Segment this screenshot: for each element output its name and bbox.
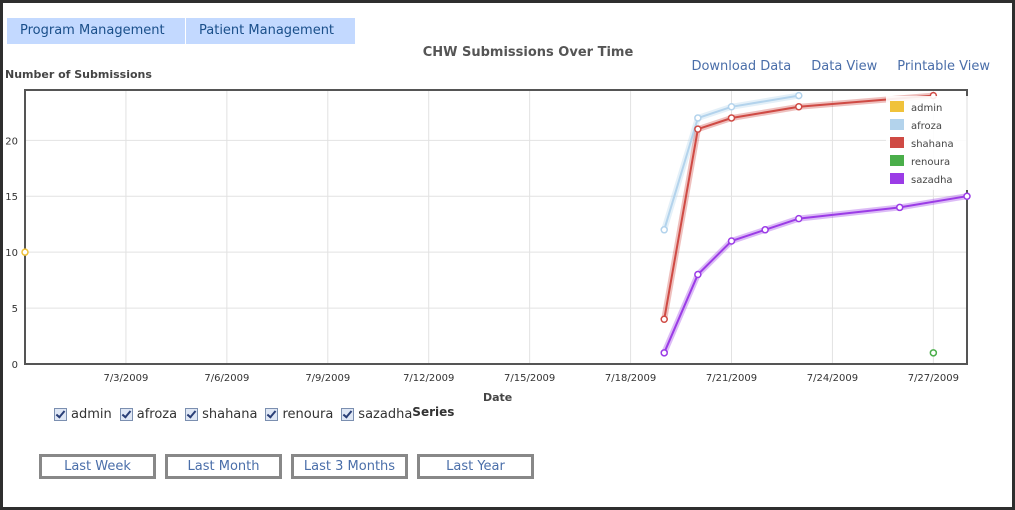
x-tick-label: 7/24/2009 — [807, 373, 858, 384]
plot-area — [25, 90, 967, 364]
range-buttons: Last Week Last Month Last 3 Months Last … — [39, 454, 534, 479]
data-point-afroza — [694, 114, 702, 122]
data-point-afroza — [727, 103, 736, 111]
checkbox-label: shahana — [202, 407, 258, 422]
legend-swatch — [890, 137, 904, 148]
checkbox-box[interactable] — [265, 408, 279, 421]
x-tick-label: 7/21/2009 — [706, 373, 757, 384]
checkbox-renoura[interactable]: renoura — [265, 407, 333, 422]
checkbox-box[interactable] — [119, 408, 133, 421]
y-tick-label: 0 — [12, 360, 18, 371]
checkbox-label: renoura — [282, 407, 334, 422]
legend-swatch — [890, 101, 904, 112]
data-point-shahana — [727, 114, 736, 122]
legend-swatch — [890, 155, 904, 166]
legend-swatch — [890, 119, 904, 130]
y-tick-label: 20 — [5, 136, 18, 147]
legend-label: admin — [911, 103, 942, 114]
x-tick-label: 7/15/2009 — [504, 373, 555, 384]
data-point-shahana — [694, 125, 702, 133]
data-point-sazadha — [761, 226, 769, 234]
last-3-months-button[interactable]: Last 3 Months — [291, 454, 408, 479]
data-point-sazadha — [895, 203, 904, 212]
data-point-shahana — [795, 103, 803, 111]
x-tick-label: 7/9/2009 — [305, 373, 350, 384]
last-week-button[interactable]: Last Week — [39, 454, 156, 479]
y-tick-label: 10 — [5, 248, 18, 259]
x-axis-title: Date — [483, 391, 513, 404]
data-point-afroza — [795, 91, 803, 100]
data-point-admin — [21, 248, 29, 256]
last-year-button[interactable]: Last Year — [417, 454, 534, 479]
data-point-sazadha — [795, 214, 803, 223]
checkbox-sazadha[interactable]: sazadha — [341, 407, 412, 422]
checkbox-shahana[interactable]: shahana — [185, 407, 257, 422]
legend-label: renoura — [911, 157, 950, 168]
checkbox-label: admin — [71, 407, 112, 422]
checkbox-box[interactable] — [54, 408, 67, 421]
checkbox-admin[interactable]: admin — [54, 407, 112, 422]
y-tick-label: 15 — [5, 192, 18, 203]
series-label: Series — [412, 405, 455, 419]
last-month-button[interactable]: Last Month — [165, 454, 282, 479]
legend-swatch — [890, 173, 904, 184]
data-point-sazadha — [694, 270, 702, 279]
x-tick-label: 7/12/2009 — [403, 373, 454, 384]
data-point-sazadha — [963, 192, 971, 200]
y-tick-label: 5 — [12, 304, 18, 315]
legend-label: shahana — [911, 139, 954, 150]
x-tick-label: 7/18/2009 — [605, 373, 656, 384]
data-point-sazadha — [660, 349, 668, 357]
data-point-renoura — [929, 349, 938, 357]
checkbox-box[interactable] — [341, 408, 355, 421]
series-checkboxes: admin afroza shahana renoura sazadha Ser… — [54, 405, 455, 422]
chart-svg: 0 5 10 15 20 7/3/2009 7/6/2009 7/9/2009 7/12/200… — [5, 89, 971, 384]
x-tick-label: 7/3/2009 — [103, 373, 148, 384]
data-point-afroza — [660, 226, 668, 234]
legend-label: afroza — [911, 121, 942, 132]
checkbox-label: sazadha — [358, 407, 413, 422]
data-point-shahana — [660, 315, 668, 324]
checkbox-label: afroza — [136, 407, 178, 422]
legend-label: sazadha — [911, 175, 953, 186]
checkbox-afroza[interactable]: afroza — [119, 407, 178, 422]
x-tick-label: 7/27/2009 — [908, 373, 959, 384]
checkbox-box[interactable] — [185, 408, 199, 421]
data-point-sazadha — [727, 237, 736, 245]
app-frame: Program Management Patient Management CH… — [0, 0, 1015, 510]
x-tick-label: 7/6/2009 — [204, 373, 249, 384]
